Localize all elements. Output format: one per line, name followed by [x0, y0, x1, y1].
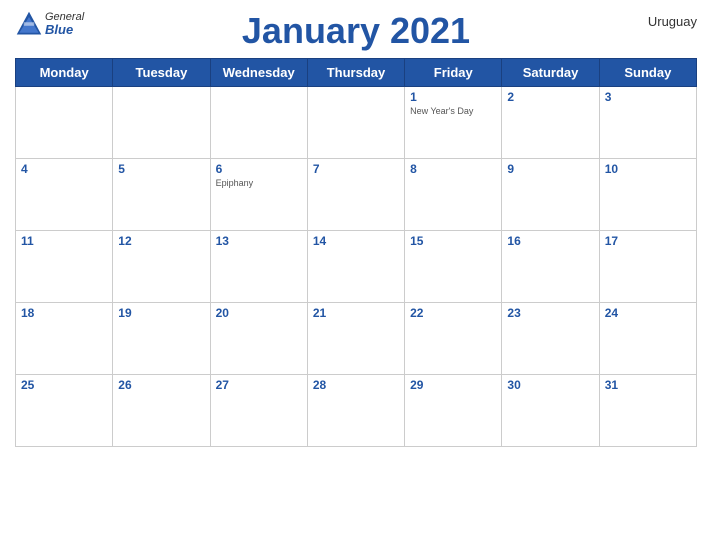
- calendar-cell-5-7: 31: [599, 375, 696, 447]
- day-number: 4: [21, 162, 107, 176]
- logo-area: General Blue: [15, 10, 84, 38]
- calendar-week-row-1: 1 New Year's Day 23: [16, 87, 697, 159]
- logo-text: General Blue: [45, 11, 84, 37]
- calendar-cell-3-4: 14: [307, 231, 404, 303]
- calendar-cell-1-7: 3: [599, 87, 696, 159]
- day-number: 31: [605, 378, 691, 392]
- day-number: 15: [410, 234, 496, 248]
- calendar-cell-1-4: [307, 87, 404, 159]
- calendar-cell-2-2: 5: [113, 159, 210, 231]
- header-monday: Monday: [16, 59, 113, 87]
- calendar-cell-2-4: 7: [307, 159, 404, 231]
- calendar-cell-3-2: 12: [113, 231, 210, 303]
- calendar-cell-2-7: 10: [599, 159, 696, 231]
- day-number: 12: [118, 234, 204, 248]
- calendar-cell-4-6: 23: [502, 303, 599, 375]
- day-number: 24: [605, 306, 691, 320]
- calendar-week-row-5: 25 26 27 28 29 30 31: [16, 375, 697, 447]
- day-number: 27: [216, 378, 302, 392]
- calendar-cell-5-3: 27: [210, 375, 307, 447]
- calendar-cell-4-1: 18: [16, 303, 113, 375]
- calendar-body: 1New Year's Day23456Epiphany789101112131…: [16, 87, 697, 447]
- calendar-cell-2-5: 8: [405, 159, 502, 231]
- calendar-cell-1-6: 2: [502, 87, 599, 159]
- calendar-cell-4-2: 19: [113, 303, 210, 375]
- day-number: 11: [21, 234, 107, 248]
- header-friday: Friday: [405, 59, 502, 87]
- calendar-cell-5-4: 28: [307, 375, 404, 447]
- calendar-cell-4-5: 22: [405, 303, 502, 375]
- calendar-cell-5-1: 25: [16, 375, 113, 447]
- header-wednesday: Wednesday: [210, 59, 307, 87]
- calendar-week-row-3: 11 12 13 14 15 16 17: [16, 231, 697, 303]
- calendar-cell-1-1: [16, 87, 113, 159]
- logo-icon: [15, 10, 43, 38]
- calendar-cell-5-2: 26: [113, 375, 210, 447]
- calendar-cell-4-4: 21: [307, 303, 404, 375]
- calendar-cell-2-1: 4: [16, 159, 113, 231]
- day-number: 13: [216, 234, 302, 248]
- calendar-cell-5-6: 30: [502, 375, 599, 447]
- logo-blue-text: Blue: [45, 23, 84, 37]
- calendar-container: General Blue January 2021 Uruguay Monday…: [0, 0, 712, 550]
- day-number: 19: [118, 306, 204, 320]
- day-event: New Year's Day: [410, 106, 496, 116]
- header-thursday: Thursday: [307, 59, 404, 87]
- day-number: 9: [507, 162, 593, 176]
- calendar-cell-3-7: 17: [599, 231, 696, 303]
- day-number: 5: [118, 162, 204, 176]
- day-number: 23: [507, 306, 593, 320]
- weekday-header-row: Monday Tuesday Wednesday Thursday Friday…: [16, 59, 697, 87]
- calendar-cell-3-3: 13: [210, 231, 307, 303]
- day-number: 29: [410, 378, 496, 392]
- day-number: 8: [410, 162, 496, 176]
- calendar-cell-3-1: 11: [16, 231, 113, 303]
- day-number: 22: [410, 306, 496, 320]
- country-label: Uruguay: [648, 14, 697, 29]
- calendar-week-row-4: 18 19 20 21 22 23 24: [16, 303, 697, 375]
- day-number: 30: [507, 378, 593, 392]
- day-number: 3: [605, 90, 691, 104]
- calendar-cell-3-6: 16: [502, 231, 599, 303]
- calendar-cell-2-6: 9: [502, 159, 599, 231]
- calendar-cell-1-3: [210, 87, 307, 159]
- month-title: January 2021: [242, 10, 470, 52]
- header-saturday: Saturday: [502, 59, 599, 87]
- day-number: 26: [118, 378, 204, 392]
- day-number: 10: [605, 162, 691, 176]
- day-number: 2: [507, 90, 593, 104]
- calendar-header: General Blue January 2021 Uruguay: [15, 10, 697, 52]
- day-number: 17: [605, 234, 691, 248]
- day-number: 28: [313, 378, 399, 392]
- calendar-cell-1-2: [113, 87, 210, 159]
- day-number: 7: [313, 162, 399, 176]
- day-number: 21: [313, 306, 399, 320]
- day-number: 14: [313, 234, 399, 248]
- day-number: 1: [410, 90, 496, 104]
- day-number: 18: [21, 306, 107, 320]
- calendar-cell-4-7: 24: [599, 303, 696, 375]
- day-event: Epiphany: [216, 178, 302, 188]
- calendar-week-row-2: 456 Epiphany 789 10: [16, 159, 697, 231]
- calendar-cell-1-5: 1 New Year's Day: [405, 87, 502, 159]
- day-number: 20: [216, 306, 302, 320]
- calendar-cell-5-5: 29: [405, 375, 502, 447]
- header-sunday: Sunday: [599, 59, 696, 87]
- day-number: 6: [216, 162, 302, 176]
- calendar-cell-4-3: 20: [210, 303, 307, 375]
- header-tuesday: Tuesday: [113, 59, 210, 87]
- calendar-cell-3-5: 15: [405, 231, 502, 303]
- calendar-cell-2-3: 6 Epiphany: [210, 159, 307, 231]
- calendar-table: Monday Tuesday Wednesday Thursday Friday…: [15, 58, 697, 447]
- day-number: 25: [21, 378, 107, 392]
- day-number: 16: [507, 234, 593, 248]
